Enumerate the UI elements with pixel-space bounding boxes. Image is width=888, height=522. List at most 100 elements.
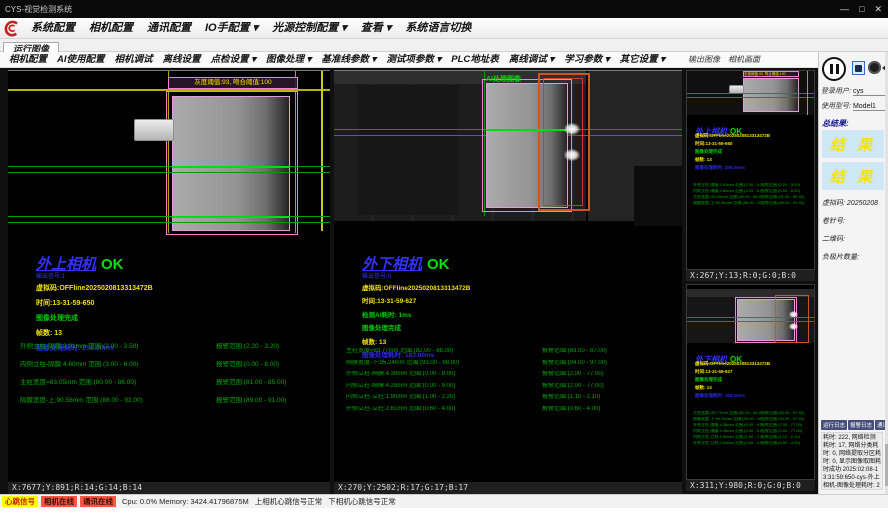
status-ok: OK <box>101 256 124 273</box>
menu-item[interactable]: 查看 ▾ <box>354 22 399 34</box>
tab-row: 运行图像 <box>0 39 888 52</box>
toolbar-button[interactable]: 离线调试 ▾ <box>504 52 559 68</box>
menu-item[interactable]: 光源控制配置 ▾ <box>265 22 354 34</box>
log-tabs: 运行日志报警日志通讯日志 <box>821 420 888 430</box>
pixel-coords-thumb-top: X:267;Y:13;R:0;G:0;B:0 <box>686 270 815 281</box>
toolbar-button[interactable]: PLC地址表 <box>446 52 504 68</box>
measurement-row: 外侧立柱-隔膜:4.38mm 范围:(0.00 - 9.00)报警范围:(2.0… <box>346 371 656 378</box>
overlay-line <box>8 222 330 223</box>
measurement-list-middle: 主柱宽度=83.77mm 范围:(82.00 - 88.00)报警范围:(83.… <box>346 348 656 417</box>
login-user-value[interactable]: cys <box>853 88 887 96</box>
time-text: 时间:13-31-59-627 <box>362 295 470 305</box>
toolbar-button[interactable]: 图像处理 ▾ <box>261 52 316 68</box>
measurement-row: 隔膜宽度-上:90.56mm 范围:(88.00 - 92.00)报警范围:(8… <box>693 201 811 206</box>
model-value[interactable]: Model1 <box>853 103 887 111</box>
toolbar-button[interactable]: 点检设置 ▾ <box>206 52 261 68</box>
toolbar-button[interactable]: 离线设置 <box>158 52 206 68</box>
menu-item[interactable]: 系统语言切换 <box>398 22 478 34</box>
result-display-2: 结 果 <box>822 162 884 190</box>
measurement-row: 主柱宽度=83.05mm 范围:(80.00 - 86.00)报警范围:(81.… <box>693 195 811 200</box>
pause-button[interactable] <box>822 57 846 81</box>
measurement-row: 内侧立柱-隔膜:4.28mm 范围:(0.00 - 9.00)报警范围:(2.0… <box>346 383 656 390</box>
record-button[interactable] <box>868 61 881 74</box>
pause-icon <box>836 64 839 74</box>
overlay-line <box>486 129 568 131</box>
result-block-left: 外上相机OK 输出信号:1 虚拟码:OFFline202502081331347… <box>36 253 153 353</box>
camera-toggle-button[interactable] <box>852 61 865 75</box>
overlay-line <box>687 97 814 98</box>
measurement-row: 隔膜宽度-下:95.24mm 范围:(93.00 - 98.00)报警范围:(9… <box>346 360 656 367</box>
roi-outline-orange <box>775 295 809 343</box>
done-text: 图像处理完成 <box>36 313 153 323</box>
menu-item[interactable]: IO手配置 ▾ <box>198 22 265 34</box>
menu-item[interactable]: 系统配置 <box>24 22 82 34</box>
status-ok: OK <box>427 256 450 273</box>
view-switch-option[interactable]: 输出图像 <box>688 52 720 68</box>
minimize-button[interactable]: — <box>840 4 849 14</box>
elapsed-text: 图像处理耗时: 258.00ms <box>695 165 770 171</box>
toolbar-button[interactable]: 其它设置 ▾ <box>615 52 670 68</box>
menu-item[interactable]: 通讯配置 <box>140 22 198 34</box>
toolbar-button[interactable]: 测试项参数 ▾ <box>381 52 446 68</box>
app-window: CYS-视觉检测系统 — □ ✕ 系统配置相机配置通讯配置IO手配置 ▾光源控制… <box>0 0 888 522</box>
overlay-line <box>687 317 814 318</box>
close-button[interactable]: ✕ <box>874 4 882 15</box>
menu-item[interactable]: 相机配置 <box>82 22 140 34</box>
fixture-slot <box>358 85 458 215</box>
status-badge: 通讯在线 <box>80 496 116 507</box>
overlay-line <box>807 71 808 115</box>
connector-tab <box>134 119 174 141</box>
status-badge: 相机在线 <box>41 496 77 507</box>
side-panel: 登录用户: cys 使用型号: Model1 总结果: 结 果 结 果 虚拟码:… <box>818 52 888 494</box>
login-user-label: 登录用户: <box>821 86 851 96</box>
measurement-row: 主柱宽度=83.77mm 范围:(82.00 - 88.00)报警范围:(83.… <box>693 411 811 416</box>
virtual-code-value: 20250208 <box>847 200 878 207</box>
barcode-text: 虚拟码:OFFline2025020813313472B <box>36 283 153 293</box>
camera-thumb-bottom[interactable]: 外下相机OK 虚拟码:OFFline2025020813313472B 时间:1… <box>686 284 815 480</box>
measurement-row: 外侧立柱-隔膜:2.91mm 范围:(2.00 - 3.50)报警范围:(2.2… <box>20 343 330 351</box>
time-text: 时间:13-31-59-650 <box>36 298 153 308</box>
measurement-row: 外侧立柱-立柱:2.61mm 范围:(0.60 - 4.00)报警范围:(0.6… <box>693 441 811 446</box>
camera-thumb-top[interactable]: 灰度阈值:93, 吻合阈值:100 外上相机OK 虚拟码:OFFline2025… <box>686 70 815 270</box>
toolbar-button[interactable]: 学习参数 ▾ <box>559 52 614 68</box>
cpu-memory-text: Cpu: 0.0% Memory: 3424.41796875M <box>122 497 249 506</box>
camera-view-left[interactable]: 灰度阈值:93, 吻合阈值:100 外上相机OK 输出信号:1 虚拟码:OFFl… <box>8 70 330 482</box>
measurement-row: 内侧立柱-隔膜:4.60mm 范围:(3.00 - 6.00)报警范围:(0.0… <box>20 361 330 369</box>
measurement-row: 隔膜宽度-上:90.56mm 范围:(88.00 - 92.00)报警范围:(8… <box>20 397 330 405</box>
toolbar-button[interactable]: AI使用配置 <box>52 52 110 68</box>
measurement-row: 主柱宽度=83.05mm 范围:(80.00 - 86.00)报警范围:(81.… <box>20 379 330 387</box>
upper-camera-heartbeat: 上相机心跳信号正常 <box>255 496 323 507</box>
result-display-1: 结 果 <box>822 130 884 158</box>
reflection-spot <box>564 149 580 161</box>
measurement-row: 外侧立柱-立柱:2.61mm 范围:(0.60 - 4.00)报警范围:(0.6… <box>346 406 656 413</box>
camera-icon <box>855 65 862 72</box>
view-switch: 输出图像相机画面 <box>688 52 760 68</box>
maximize-button[interactable]: □ <box>859 4 864 14</box>
view-switch-option[interactable]: 相机画面 <box>728 52 760 68</box>
toolbar-button[interactable]: 相机配置 <box>4 52 52 68</box>
measurement-row: 外侧立柱-隔膜:4.38mm 范围:(0.00 - 9.00)报警范围:(2.0… <box>693 423 811 428</box>
camera-view-middle[interactable]: AI处理图像 外下相机OK 输出信号:0 虚拟码:OFFline20250208… <box>334 70 682 482</box>
frames-text: 帧数: 13 <box>695 157 770 163</box>
toolbar-button[interactable]: 基准线参数 ▾ <box>316 52 381 68</box>
app-logo-icon <box>3 20 21 37</box>
measurement-row: 内侧立柱-隔膜:4.28mm 范围:(0.00 - 9.00)报警范围:(2.0… <box>693 429 811 434</box>
pixel-coords-thumb-bottom: X:311;Y:980;R:0;G:0;B:0 <box>686 480 815 491</box>
measurement-row: 内侧立柱-立柱:1.90mm 范围:(1.00 - 2.20)报警范围:(1.1… <box>693 435 811 440</box>
needle-no-label: 卷针号: <box>822 218 845 225</box>
overlay-line <box>687 321 814 322</box>
toolbar-items: 相机配置AI使用配置相机调试离线设置点检设置 ▾图像处理 ▾基准线参数 ▾测试项… <box>4 52 670 68</box>
barcode-text: 虚拟码:OFFline2025020813313472B <box>695 133 770 139</box>
menu-bar: 系统配置相机配置通讯配置IO手配置 ▾光源控制配置 ▾查看 ▾系统语言切换 <box>0 18 888 39</box>
measurement-row: 主柱宽度=83.77mm 范围:(82.00 - 88.00)报警范围:(83.… <box>346 348 656 355</box>
reflection-spot <box>564 123 580 135</box>
result-block-middle: 外下相机OK 输出信号:0 虚拟码:OFFline202502081331347… <box>362 253 470 359</box>
log-tab[interactable]: 报警日志 <box>848 420 874 430</box>
virtual-code-label: 虚拟码: <box>822 200 845 207</box>
time-text: 时间:13-31-59-627 <box>695 369 770 375</box>
log-tab[interactable]: 运行日志 <box>821 420 847 430</box>
title-bar: CYS-视觉检测系统 — □ ✕ <box>0 0 888 18</box>
toolbar-button[interactable]: 相机调试 <box>110 52 158 68</box>
thumb-image <box>687 289 814 343</box>
result-block-thumb-top: 外上相机OK 虚拟码:OFFline2025020813313472B 时间:1… <box>695 121 770 171</box>
